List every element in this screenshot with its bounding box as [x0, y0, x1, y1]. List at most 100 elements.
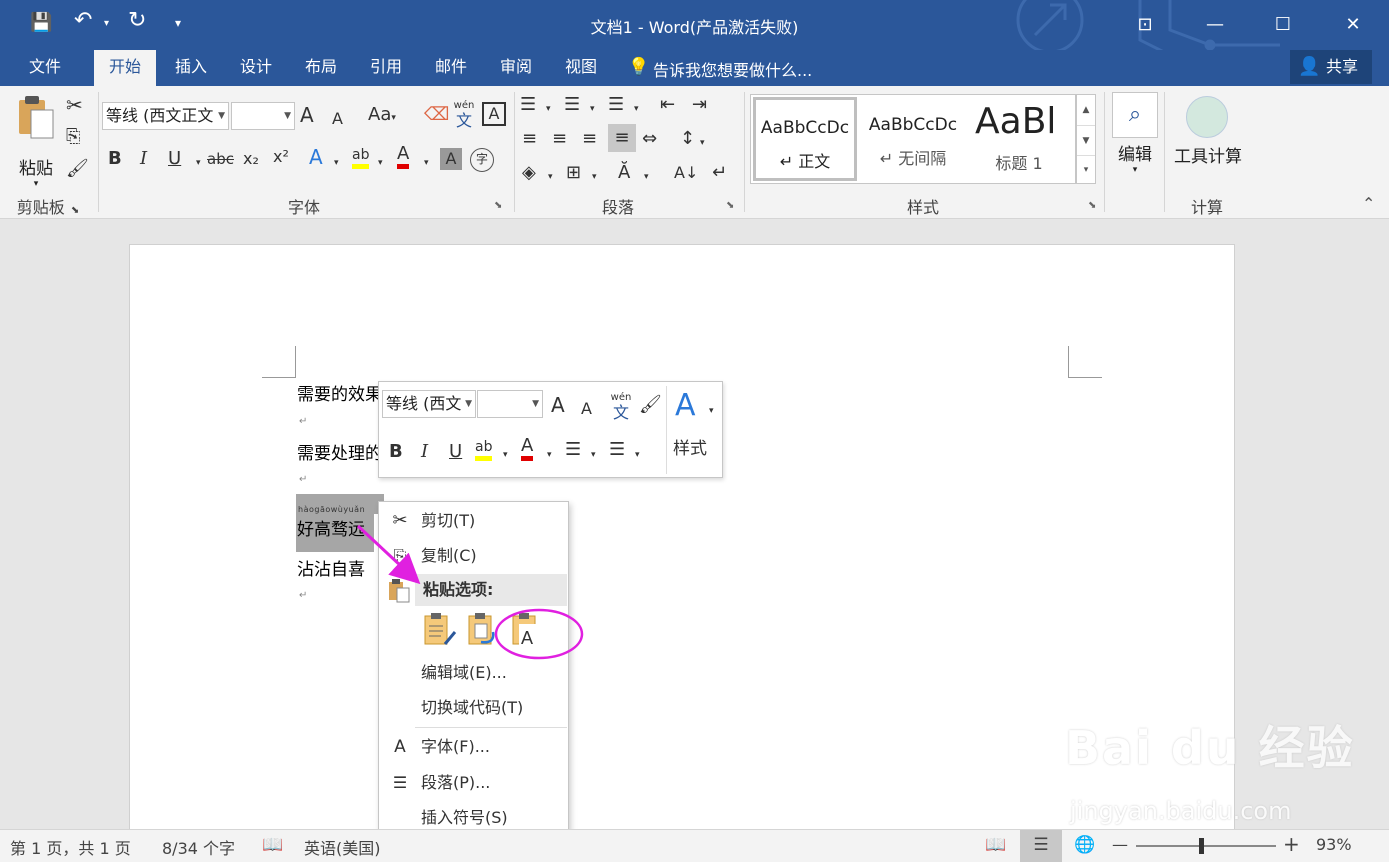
character-shading-button[interactable]: A: [440, 148, 462, 170]
tool-calc-button[interactable]: 工具计算: [1168, 142, 1248, 167]
tab-file[interactable]: 文件: [10, 50, 80, 86]
page-count[interactable]: 第 1 页，共 1 页: [10, 835, 131, 859]
tab-design[interactable]: 设计: [225, 50, 287, 86]
mini-grow-font-button[interactable]: A: [551, 394, 565, 416]
underline-dropdown-icon[interactable]: ▾: [196, 152, 201, 174]
mini-numbering-dropdown-icon[interactable]: ▾: [635, 444, 640, 466]
highlight-icon[interactable]: ab: [352, 146, 370, 169]
tab-insert[interactable]: 插入: [160, 50, 222, 86]
strikethrough-button[interactable]: abc: [207, 148, 234, 170]
tab-mailings[interactable]: 邮件: [420, 50, 482, 86]
character-border-button[interactable]: A: [482, 102, 506, 126]
tab-layout[interactable]: 布局: [290, 50, 352, 86]
mini-bold-button[interactable]: B: [389, 441, 403, 463]
paste-button[interactable]: 粘贴 ▾: [13, 94, 63, 189]
tab-review[interactable]: 审阅: [485, 50, 547, 86]
close-button[interactable]: ✕: [1330, 8, 1376, 42]
justify-icon[interactable]: ≡: [608, 124, 636, 152]
collapse-ribbon-icon[interactable]: ⌃: [1362, 194, 1375, 213]
font-name-combo[interactable]: 等线 (西文正文 ▼: [102, 102, 229, 130]
mini-bullets-dropdown-icon[interactable]: ▾: [591, 444, 596, 466]
bullets-dropdown-icon[interactable]: ▾: [546, 98, 551, 120]
style-normal[interactable]: AaBbCcDc ↵ 正文: [753, 97, 857, 181]
doc-line-2[interactable]: 需要处理的: [297, 439, 382, 464]
mini-highlight-icon[interactable]: ab: [475, 438, 493, 461]
chinese-layout-icon[interactable]: Ă: [618, 162, 630, 184]
web-layout-icon[interactable]: 🌐: [1074, 835, 1095, 855]
styles-dialog-launcher-icon[interactable]: ⬊: [1088, 200, 1096, 211]
line-spacing-icon[interactable]: ↕: [680, 128, 695, 150]
calc-icon[interactable]: [1186, 96, 1228, 138]
tab-home[interactable]: 开始: [94, 50, 156, 86]
decrease-indent-icon[interactable]: ⇤: [660, 94, 675, 116]
mini-bullets-icon[interactable]: ☰: [565, 439, 581, 461]
font-size-combo[interactable]: ▼: [231, 102, 295, 130]
find-icon[interactable]: ⌕: [1112, 92, 1158, 138]
zoom-out-button[interactable]: —: [1112, 835, 1128, 854]
mini-styles-dropdown-icon[interactable]: ▾: [709, 400, 714, 422]
zoom-slider-thumb[interactable]: [1198, 838, 1204, 854]
mini-font-color-dropdown-icon[interactable]: ▾: [547, 444, 552, 466]
styles-down-icon[interactable]: ▼: [1077, 125, 1095, 155]
zoom-level[interactable]: 93%: [1316, 835, 1352, 854]
tab-references[interactable]: 引用: [355, 50, 417, 86]
styles-up-icon[interactable]: ▲: [1077, 95, 1095, 125]
align-right-icon[interactable]: ≡: [582, 128, 597, 150]
highlight-dropdown-icon[interactable]: ▾: [378, 152, 383, 174]
menu-item-font[interactable]: A 字体(F)...: [379, 730, 568, 764]
proofing-icon[interactable]: 📖: [262, 835, 283, 855]
doc-line-1[interactable]: 需要的效果: [297, 380, 382, 405]
mini-numbering-icon[interactable]: ☰: [609, 439, 625, 461]
mini-underline-button[interactable]: U: [449, 441, 462, 463]
word-count[interactable]: 8/34 个字: [162, 835, 235, 859]
language-indicator[interactable]: 英语(美国): [304, 835, 381, 859]
mini-italic-button[interactable]: I: [421, 441, 428, 463]
borders-dropdown-icon[interactable]: ▾: [592, 166, 597, 188]
line-spacing-dropdown-icon[interactable]: ▾: [700, 132, 705, 154]
format-painter-icon[interactable]: 🖌: [66, 158, 89, 180]
phonetic-guide-button[interactable]: wén 文: [452, 100, 476, 130]
shading-icon[interactable]: ◈: [522, 162, 536, 184]
clear-format-icon[interactable]: ⌫: [424, 104, 449, 126]
superscript-button[interactable]: x²: [273, 146, 289, 168]
align-center-icon[interactable]: ≡: [552, 128, 567, 150]
italic-button[interactable]: I: [140, 148, 147, 170]
tab-view[interactable]: 视图: [550, 50, 612, 86]
mini-font-size-combo[interactable]: ▼: [477, 390, 543, 418]
read-mode-icon[interactable]: 📖: [985, 835, 1006, 855]
bullets-icon[interactable]: ☰: [520, 94, 536, 116]
styles-scroll[interactable]: ▲ ▼ ▾: [1076, 94, 1096, 184]
mini-font-color-icon[interactable]: A: [521, 436, 534, 461]
style-no-spacing[interactable]: AaBbCcDc ↵ 无间隔: [861, 100, 965, 180]
menu-item-toggle-field-codes[interactable]: 切换域代码(T): [379, 691, 568, 725]
mini-styles-icon[interactable]: A: [675, 388, 696, 424]
shrink-font-button[interactable]: A: [332, 108, 343, 130]
text-effects-icon[interactable]: A: [309, 146, 323, 168]
font-color-dropdown-icon[interactable]: ▾: [424, 152, 429, 174]
cut-icon[interactable]: ✂: [66, 94, 83, 116]
show-marks-icon[interactable]: ↵: [712, 162, 727, 184]
multilevel-dropdown-icon[interactable]: ▾: [634, 98, 639, 120]
print-layout-icon[interactable]: ☰: [1020, 830, 1062, 862]
ribbon-display-options-button[interactable]: ⊡: [1122, 8, 1168, 42]
multilevel-list-icon[interactable]: ☰: [608, 94, 624, 116]
mini-phonetic-guide-button[interactable]: wén 文: [609, 392, 633, 422]
numbering-dropdown-icon[interactable]: ▾: [590, 98, 595, 120]
subscript-button[interactable]: x₂: [243, 148, 259, 170]
distributed-icon[interactable]: ⇔: [642, 128, 657, 150]
zoom-slider-track[interactable]: [1136, 845, 1276, 847]
grow-font-button[interactable]: A: [300, 104, 314, 126]
editing-button[interactable]: 编辑 ▾: [1112, 140, 1158, 175]
numbering-icon[interactable]: ☰: [564, 94, 580, 116]
styles-more-icon[interactable]: ▾: [1077, 155, 1095, 183]
text-effects-dropdown-icon[interactable]: ▾: [334, 152, 339, 174]
shading-dropdown-icon[interactable]: ▾: [548, 166, 553, 188]
sort-icon[interactable]: A↓: [674, 162, 698, 184]
tell-me-box[interactable]: 告诉我您想要做什么...: [653, 57, 812, 81]
font-dialog-launcher-icon[interactable]: ⬊: [494, 200, 502, 211]
style-heading-1[interactable]: AaBl 标题 1: [969, 100, 1069, 180]
mini-format-painter-icon[interactable]: 🖌: [639, 394, 662, 416]
font-color-icon[interactable]: A: [397, 144, 410, 169]
borders-icon[interactable]: ⊞: [566, 162, 581, 184]
mini-shrink-font-button[interactable]: A: [581, 398, 592, 420]
